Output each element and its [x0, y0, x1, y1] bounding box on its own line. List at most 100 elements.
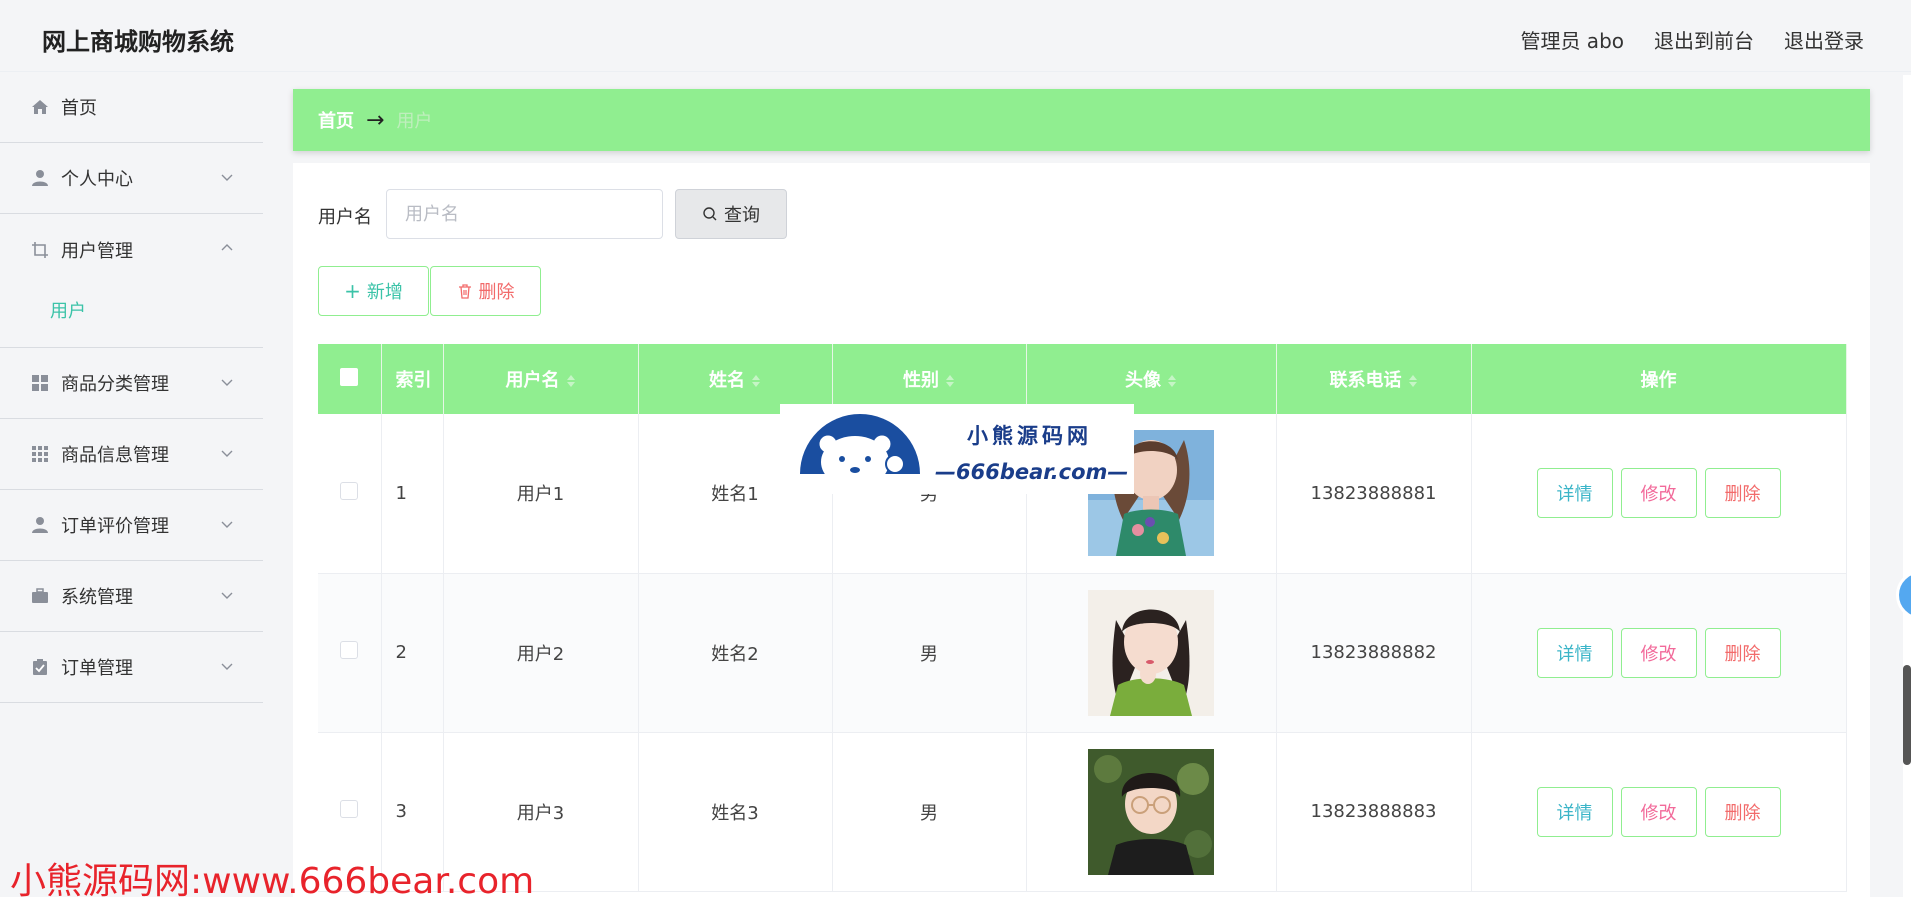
avatar-image — [1088, 748, 1214, 875]
sort-icon[interactable] — [945, 373, 955, 389]
delete-button[interactable]: 删除 — [1704, 786, 1781, 837]
col-index: 索引 — [381, 344, 444, 414]
col-username-label: 用户名 — [505, 370, 560, 391]
select-all-checkbox[interactable] — [340, 367, 359, 386]
breadcrumb-current: 用户 — [396, 111, 433, 132]
sidebar-item-goods-mgmt[interactable]: 商品信息管理 — [0, 419, 263, 490]
trash-icon — [458, 284, 471, 299]
floating-action-button[interactable] — [1896, 570, 1911, 620]
chevron-down-icon — [221, 592, 233, 599]
username-search-input[interactable] — [386, 189, 663, 239]
page-scrollbar[interactable] — [1903, 75, 1911, 897]
cell-phone: 13823888883 — [1276, 732, 1472, 892]
add-button[interactable]: + 新增 — [318, 266, 429, 316]
detail-button[interactable]: 详情 — [1536, 468, 1613, 519]
sidebar-item-label: 首页 — [61, 98, 97, 119]
sidebar-group-user-mgmt: 用户管理 用户 — [0, 214, 263, 348]
batch-delete-button[interactable]: 删除 — [430, 266, 541, 316]
add-button-label: 新增 — [366, 282, 403, 303]
cell-ops: 详情 修改 删除 — [1471, 573, 1847, 733]
sidebar-item-personal[interactable]: 个人中心 — [0, 143, 263, 214]
avatar-image — [1088, 589, 1214, 716]
col-name-label: 姓名 — [709, 370, 745, 391]
sort-icon[interactable] — [566, 373, 576, 389]
col-ops: 操作 — [1471, 344, 1847, 414]
cell-name: 姓名2 — [638, 573, 833, 733]
query-button-label: 查询 — [724, 205, 760, 226]
clipboard-check-icon — [30, 657, 50, 677]
breadcrumb-home[interactable]: 首页 — [318, 107, 354, 133]
detail-button[interactable]: 详情 — [1536, 786, 1613, 837]
cell-index: 1 — [381, 414, 444, 574]
chevron-down-icon — [221, 450, 233, 457]
app-title: 网上商城购物系统 — [42, 28, 234, 56]
query-button[interactable]: 查询 — [675, 189, 787, 239]
plus-icon: + — [344, 279, 361, 303]
delete-button[interactable]: 删除 — [1704, 627, 1781, 678]
breadcrumb: 首页 → 用户 — [293, 89, 1870, 151]
sidebar-subitem-user[interactable]: 用户 — [0, 285, 263, 335]
sidebar-item-review-mgmt[interactable]: 订单评价管理 — [0, 490, 263, 561]
edit-button[interactable]: 修改 — [1620, 786, 1697, 837]
cell-name: 姓名3 — [638, 732, 833, 892]
home-icon — [30, 97, 50, 117]
watermark-title: 小熊源码网 — [967, 424, 1092, 448]
sort-icon[interactable] — [1167, 373, 1177, 389]
watermark-bottom: 小熊源码网:www.666bear.com — [10, 861, 535, 897]
sidebar-item-label: 个人中心 — [61, 169, 133, 190]
chevron-up-icon — [221, 244, 233, 251]
sidebar-item-order-mgmt[interactable]: 订单管理 — [0, 632, 263, 703]
grid-icon — [30, 373, 50, 393]
col-username[interactable]: 用户名 — [443, 344, 639, 414]
sidebar-item-category-mgmt[interactable]: 商品分类管理 — [0, 348, 263, 419]
logout-link[interactable]: 退出登录 — [1784, 25, 1864, 54]
user-icon — [30, 168, 50, 188]
cell-avatar — [1026, 732, 1277, 892]
apps-grid-icon — [30, 444, 50, 464]
crop-icon — [30, 240, 50, 260]
chevron-down-icon — [221, 174, 233, 181]
search-icon — [703, 207, 717, 221]
top-header: 网上商城购物系统 管理员 abo 退出到前台 退出登录 — [0, 0, 1911, 72]
cell-ops: 详情 修改 删除 — [1471, 732, 1847, 892]
sidebar-item-label: 系统管理 — [61, 587, 133, 608]
briefcase-icon — [30, 586, 50, 606]
table-row: 3 用户3 姓名3 男 13823888883 详情 修改 删除 — [318, 732, 1847, 892]
row-checkbox[interactable] — [340, 481, 359, 500]
sidebar-item-label: 商品信息管理 — [61, 445, 169, 466]
detail-button[interactable]: 详情 — [1536, 627, 1613, 678]
exit-to-front-link[interactable]: 退出到前台 — [1654, 25, 1754, 54]
admin-label[interactable]: 管理员 abo — [1520, 25, 1624, 54]
bear-logo-icon — [800, 414, 920, 488]
cell-username: 用户2 — [443, 573, 639, 733]
select-all-cell[interactable] — [318, 344, 382, 414]
col-phone[interactable]: 联系电话 — [1276, 344, 1472, 414]
delete-button[interactable]: 删除 — [1704, 468, 1781, 519]
chevron-down-icon — [221, 379, 233, 386]
cell-index: 2 — [381, 573, 444, 733]
edit-button[interactable]: 修改 — [1620, 627, 1697, 678]
cell-phone: 13823888882 — [1276, 573, 1472, 733]
sidebar-item-label: 订单管理 — [61, 658, 133, 679]
sidebar-item-user-mgmt[interactable]: 用户管理 — [0, 214, 263, 285]
arrow-right-icon: → — [366, 107, 385, 133]
cell-username: 用户1 — [443, 414, 639, 574]
edit-button[interactable]: 修改 — [1620, 468, 1697, 519]
table-row: 2 用户2 姓名2 男 13823888882 详情 修改 删除 — [318, 573, 1847, 733]
sort-icon[interactable] — [751, 373, 761, 389]
row-checkbox[interactable] — [340, 641, 359, 659]
cell-gender: 男 — [832, 732, 1027, 892]
scrollbar-thumb[interactable] — [1903, 665, 1911, 765]
col-phone-label: 联系电话 — [1329, 370, 1402, 391]
watermark-url: —666bear.com— — [935, 460, 1129, 484]
sidebar-item-system-mgmt[interactable]: 系统管理 — [0, 561, 263, 632]
sort-icon[interactable] — [1408, 373, 1418, 389]
sidebar-item-home[interactable]: 首页 — [0, 72, 263, 143]
cell-avatar — [1026, 573, 1277, 733]
sidebar-item-label: 商品分类管理 — [61, 374, 169, 395]
row-checkbox[interactable] — [340, 800, 359, 818]
cell-gender: 男 — [832, 573, 1027, 733]
sidebar: 首页 个人中心 用户管理 用户 商品分类管理 商品信息管理 订单评价管理 系统管… — [0, 72, 263, 897]
col-avatar-label: 头像 — [1125, 370, 1161, 391]
sidebar-item-label: 用户管理 — [61, 240, 133, 262]
